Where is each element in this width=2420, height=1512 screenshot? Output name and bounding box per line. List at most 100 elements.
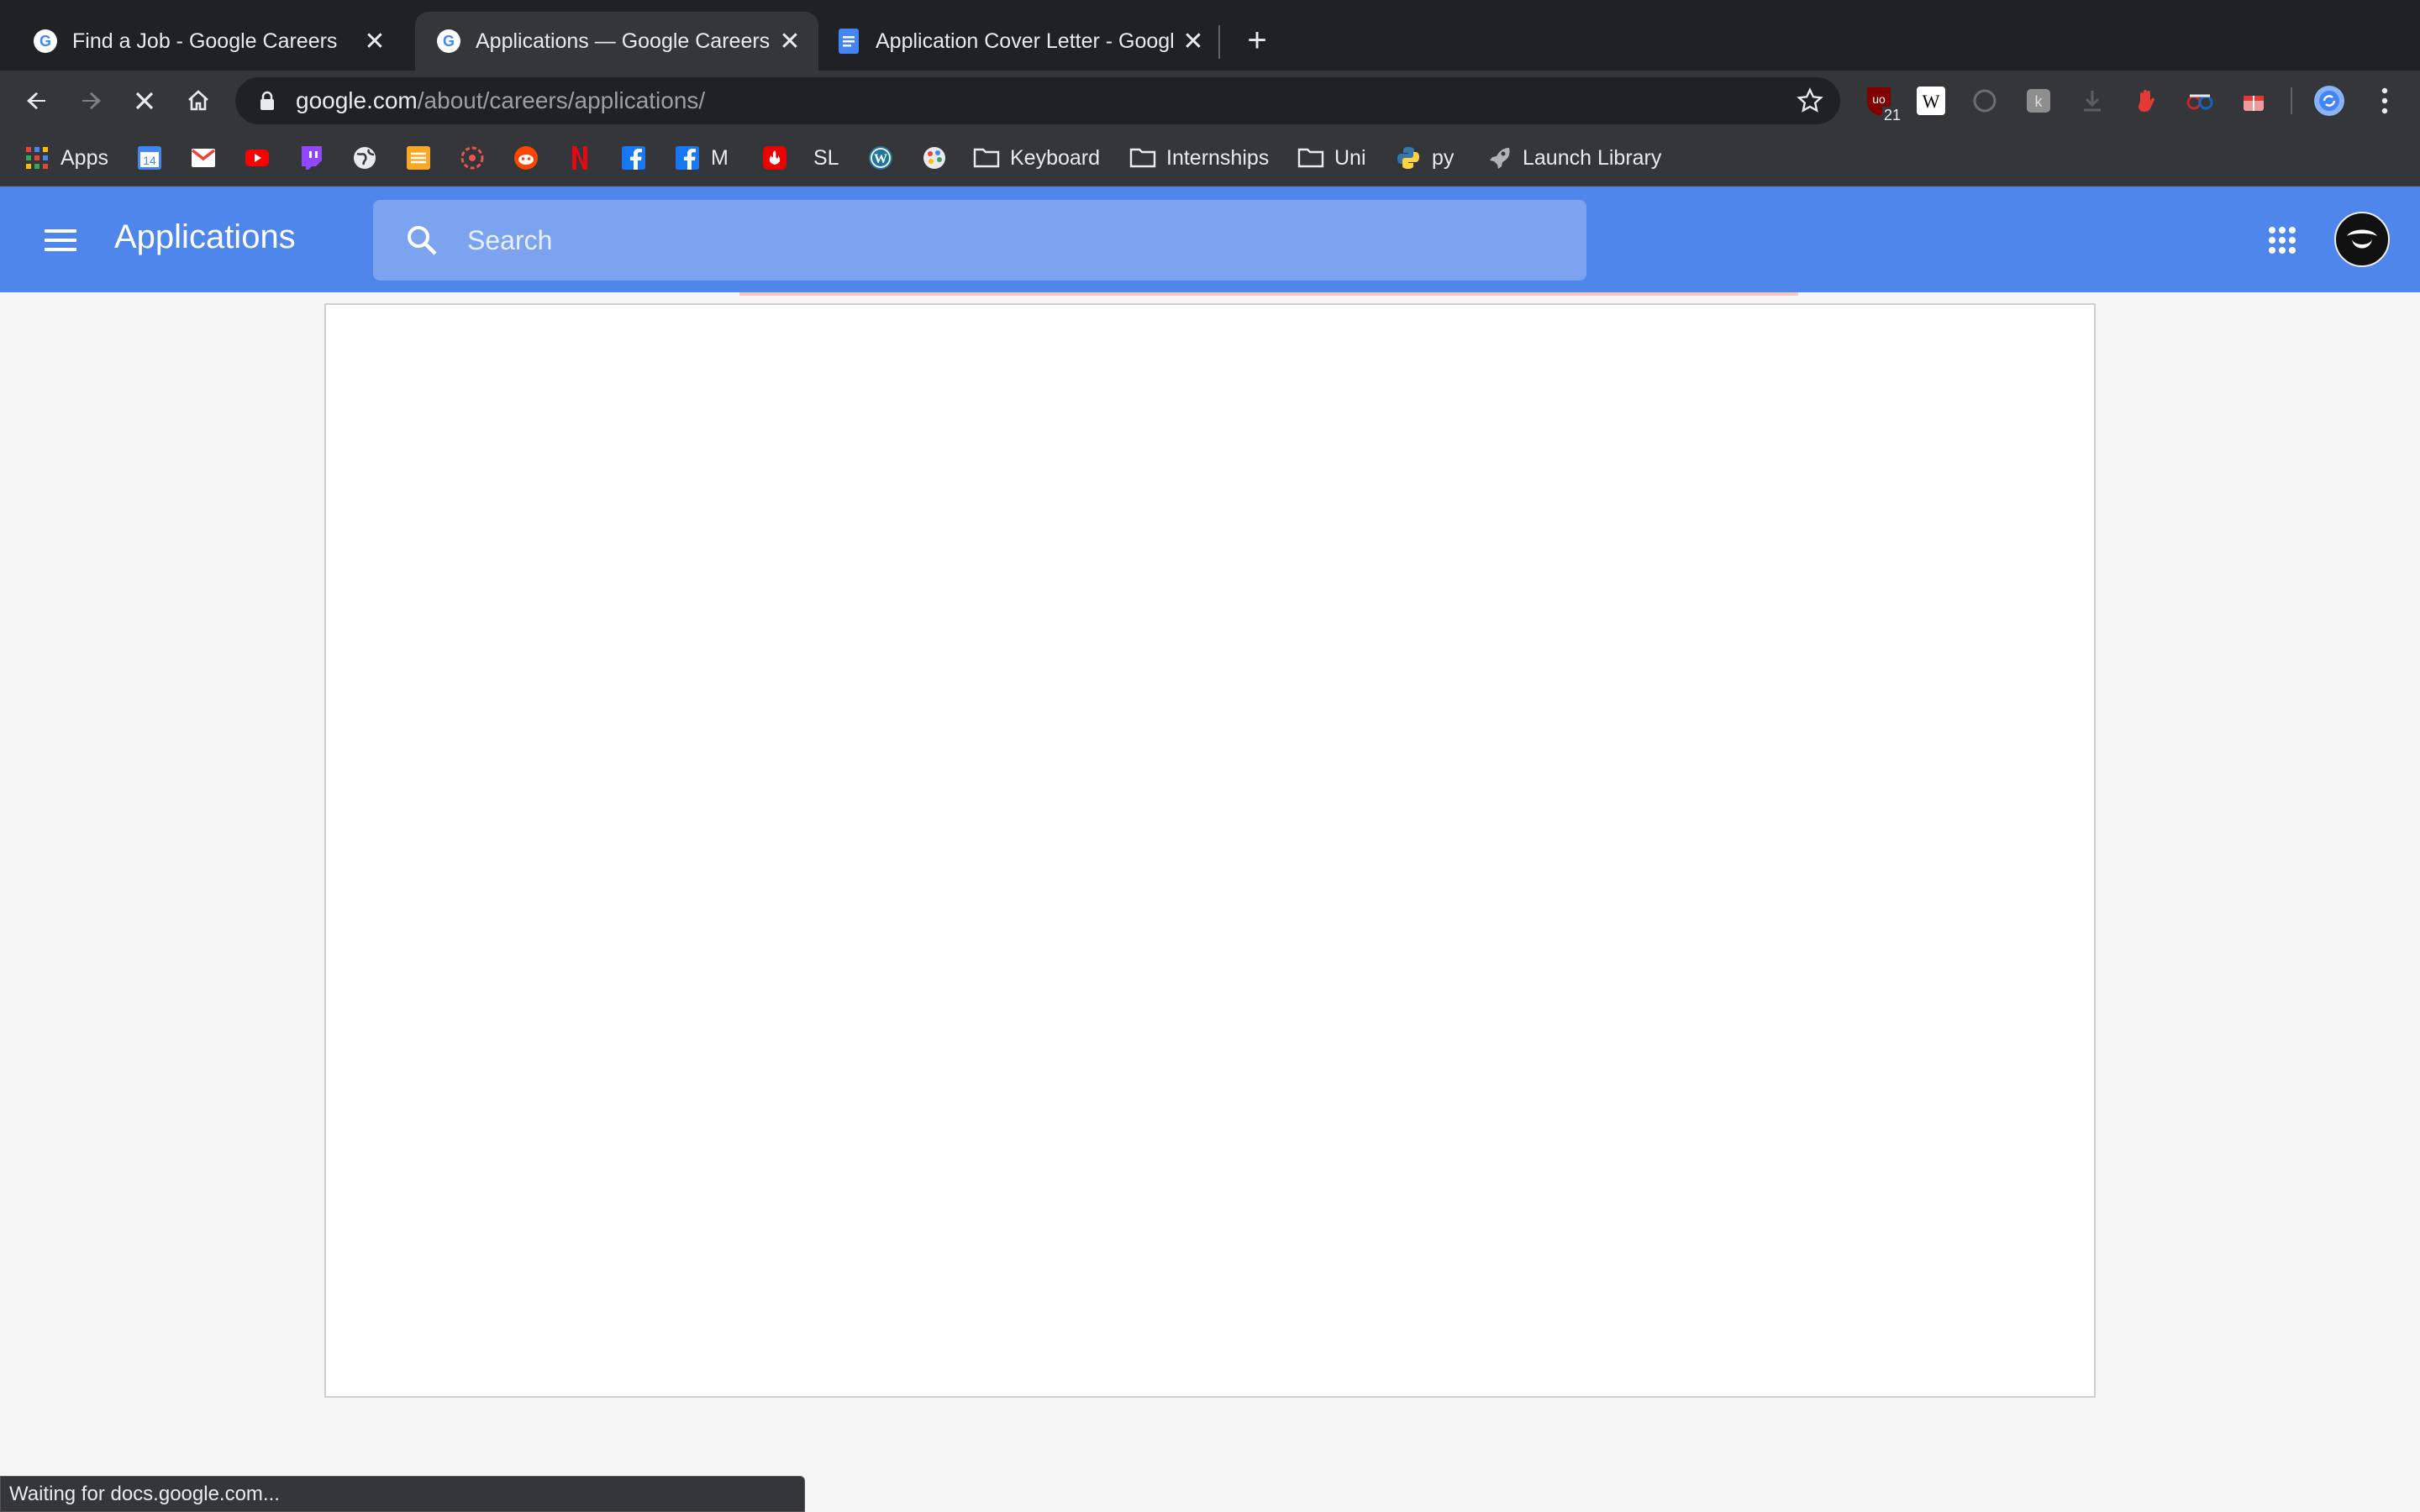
user-avatar-icon [2337,214,2387,265]
bookmark-gmail[interactable] [190,139,217,176]
google-g-icon: G [32,28,59,55]
bookmark-folder-uni[interactable]: Uni [1297,139,1366,176]
folder-icon [1297,144,1324,171]
wordpress-icon: W [867,144,894,171]
folder-icon [1129,144,1156,171]
bookmark-star-icon[interactable] [1795,86,1825,116]
grey-extension-icon[interactable]: k [2022,84,2055,118]
status-bubble: Waiting for docs.google.com... [0,1476,805,1512]
folder-icon [973,144,1000,171]
svg-text:k: k [2035,93,2044,110]
browser-toolbar: google.com/about/careers/applications/ u… [0,71,2420,131]
bookmark-label: Apps [60,145,108,170]
svg-text:G: G [39,33,51,50]
bookmark-label: M [711,145,729,170]
svg-text:uo: uo [1872,92,1886,106]
ublock-extension-icon[interactable]: uo 21 [1862,84,1902,124]
facebook-icon [674,144,701,171]
url-host: google.com [296,87,418,113]
facebook-icon [620,144,647,171]
tab-title: Applications — Google Careers [476,29,771,53]
profile-sync-icon[interactable] [2312,84,2346,118]
tab-title: Find a Job - Google Careers [72,29,338,53]
google-docs-icon [835,28,862,55]
python-icon [1395,144,1422,171]
lock-icon [257,91,277,111]
bookmark-orange-circle[interactable] [459,139,486,176]
youtube-icon [244,144,271,171]
apps-grid-icon [24,144,50,171]
glasses-extension-icon[interactable] [2183,84,2217,118]
bookmark-palette[interactable] [921,139,948,176]
reddit-icon [513,144,539,171]
page-title: Applications [114,218,296,255]
svg-text:G: G [443,33,455,50]
bookmark-santander[interactable] [761,139,788,176]
bookmark-reddit[interactable] [513,139,539,176]
calendar-day: 14 [143,154,156,167]
google-g-icon: G [435,28,462,55]
bookmark-netflix[interactable] [566,139,593,176]
stop-loading-button[interactable] [124,81,165,121]
tab-close-icon[interactable]: ✕ [356,23,393,60]
address-bar[interactable]: google.com/about/careers/applications/ [235,77,1840,124]
loading-progress-line [739,292,1798,296]
flame-icon [761,144,788,171]
palette-icon [921,144,948,171]
bookmark-label: Keyboard [1010,145,1101,170]
new-tab-button[interactable]: + [1239,22,1276,59]
forward-arrow-icon [82,92,101,109]
bookmark-facebook-m[interactable]: M [674,139,729,176]
bookmark-label: SL [813,145,839,170]
url-path: /about/careers/applications/ [417,87,706,113]
download-extension-icon[interactable] [2075,84,2109,118]
calendar-icon: 14 [136,144,163,171]
bookmark-globe[interactable] [351,139,378,176]
bookmark-py[interactable]: py [1395,139,1454,176]
wikipedia-extension-icon[interactable]: W [1914,84,1948,118]
tab-find-a-job[interactable]: G Find a Job - Google Careers ✕ [0,12,403,71]
home-icon [188,90,208,111]
bookmark-label: Uni [1334,145,1366,170]
home-button[interactable] [178,81,218,121]
bookmark-sl[interactable]: SL [813,139,839,176]
tab-separator [1218,25,1220,59]
menu-icon[interactable] [42,222,79,259]
bookmark-apps[interactable]: Apps [24,139,108,176]
tab-cover-letter[interactable]: Application Cover Letter - Googl ✕ [818,12,1222,71]
bookmark-twitch[interactable] [297,139,324,176]
stack-icon [405,144,432,171]
circle-extension-icon[interactable] [1968,84,2002,118]
svg-text:W: W [874,152,887,166]
bookmark-label: Internships [1166,145,1270,170]
hand-stop-extension-icon[interactable] [2129,84,2163,118]
tab-applications[interactable]: G Applications — Google Careers ✕ [415,12,818,71]
avatar[interactable] [2334,212,2390,267]
rocket-icon [1486,144,1512,171]
search-input[interactable]: Search [373,200,1586,281]
back-button[interactable] [17,81,57,121]
apps-launcher-icon[interactable] [2262,220,2302,260]
chrome-menu-icon[interactable] [2368,84,2402,118]
forward-button[interactable] [71,81,111,121]
tab-close-icon[interactable]: ✕ [1175,23,1212,60]
search-icon [402,220,442,260]
document-frame [324,303,2096,1398]
gift-extension-icon[interactable] [2237,84,2270,118]
bookmark-facebook[interactable] [620,139,647,176]
bookmark-label: Launch Library [1523,145,1662,170]
bookmark-folder-internships[interactable]: Internships [1129,139,1269,176]
search-placeholder: Search [467,224,553,255]
bookmark-folder-keyboard[interactable]: Keyboard [973,139,1100,176]
netflix-icon [566,144,593,171]
close-icon [135,92,154,110]
bookmark-launch-library[interactable]: Launch Library [1486,139,1661,176]
tab-close-icon[interactable]: ✕ [771,23,808,60]
tab-strip: G Find a Job - Google Careers ✕ G Applic… [0,0,2420,71]
bookmark-calendar[interactable]: 14 [136,139,163,176]
bookmark-wordpress[interactable]: W [867,139,894,176]
bookmark-label: py [1432,145,1455,170]
gmail-icon [190,144,217,171]
bookmark-stack[interactable] [405,139,432,176]
bookmark-youtube[interactable] [244,139,271,176]
